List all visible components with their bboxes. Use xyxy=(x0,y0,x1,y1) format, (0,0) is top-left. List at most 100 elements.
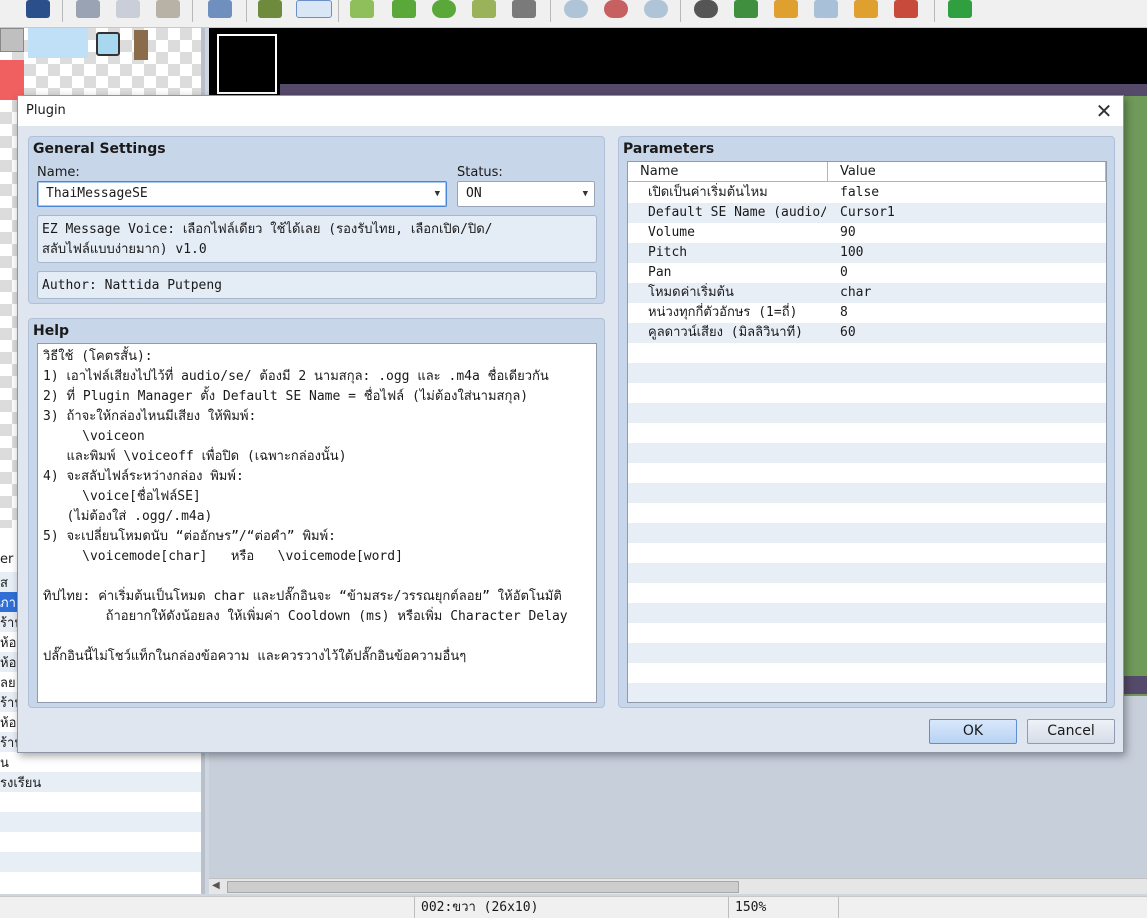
rectangle-icon[interactable] xyxy=(392,0,416,18)
parameter-row[interactable] xyxy=(628,383,1106,403)
parameter-row[interactable]: หน่วงทุกกี่ตัวอักษร (1=ถี่) 8 xyxy=(628,303,1106,323)
column-header-name[interactable]: Name xyxy=(628,162,828,182)
status-label: Status: xyxy=(457,165,503,180)
main-toolbar xyxy=(0,0,1147,28)
toolbar-separator xyxy=(62,0,63,22)
ok-button[interactable]: OK xyxy=(929,719,1017,744)
status-value: ON xyxy=(466,186,482,201)
parameter-row[interactable]: Pitch 100 xyxy=(628,243,1106,263)
map-list-item[interactable]: น xyxy=(0,752,201,772)
map-horizontal-scrollbar[interactable]: ◀ xyxy=(209,878,1147,894)
general-settings-group: General Settings Name: Status: ThaiMessa… xyxy=(28,136,605,304)
database-icon[interactable] xyxy=(694,0,718,18)
map-list-item[interactable]: รงเรียน xyxy=(0,772,201,792)
map-list-item[interactable] xyxy=(0,852,201,872)
map-layer-icon[interactable] xyxy=(258,0,282,18)
parameter-row[interactable] xyxy=(628,343,1106,363)
parameter-row[interactable] xyxy=(628,523,1106,543)
scrollbar-thumb[interactable] xyxy=(227,881,739,893)
tile-swatch[interactable] xyxy=(28,28,88,58)
parameter-row[interactable]: Pan 0 xyxy=(628,263,1106,283)
chevron-down-icon: ▼ xyxy=(434,189,440,199)
parameter-row[interactable] xyxy=(628,683,1106,702)
parameter-row[interactable]: โหมดค่าเริ่มต้น char xyxy=(628,283,1106,303)
toolbar-separator xyxy=(550,0,551,22)
parameter-value: 60 xyxy=(840,325,856,340)
parameter-row[interactable] xyxy=(628,483,1106,503)
parameter-name: เปิดเป็นค่าเริ่มต้นไหม xyxy=(648,185,768,200)
parameter-name: Pan xyxy=(648,265,672,280)
close-icon[interactable]: ✕ xyxy=(1091,98,1117,124)
parameter-row[interactable] xyxy=(628,623,1106,643)
event-search-icon[interactable] xyxy=(814,0,838,18)
parameter-value: 8 xyxy=(840,305,848,320)
parameter-row[interactable] xyxy=(628,543,1106,563)
parameter-row[interactable]: Default SE Name (audio/… Cursor1 xyxy=(628,203,1106,223)
parameter-row[interactable] xyxy=(628,363,1106,383)
zoom-out-icon[interactable] xyxy=(604,0,628,18)
save-icon[interactable] xyxy=(26,0,50,18)
help-title: Help xyxy=(33,323,70,339)
parameter-row[interactable] xyxy=(628,403,1106,423)
column-header-value[interactable]: Value xyxy=(828,162,1106,182)
parameter-value: 90 xyxy=(840,225,856,240)
plugin-manager-icon[interactable] xyxy=(734,0,758,18)
tile-swatch[interactable] xyxy=(96,32,120,56)
parameter-name: โหมดค่าเริ่มต้น xyxy=(648,285,734,300)
parameter-row[interactable] xyxy=(628,663,1106,683)
parameter-row[interactable] xyxy=(628,503,1106,523)
parameter-value: 100 xyxy=(840,245,864,260)
parameter-row[interactable]: คูลดาวน์เสียง (มิลลิวินาที) 60 xyxy=(628,323,1106,343)
toolbar-separator xyxy=(680,0,681,22)
undo-icon[interactable] xyxy=(208,0,232,18)
character-generator-icon[interactable] xyxy=(894,0,918,18)
ellipse-icon[interactable] xyxy=(432,0,456,18)
tile-swatch[interactable] xyxy=(0,60,24,100)
status-select[interactable]: ON ▼ xyxy=(457,181,595,207)
pencil-icon[interactable] xyxy=(350,0,374,18)
fill-icon[interactable] xyxy=(472,0,496,18)
parameter-value: Cursor1 xyxy=(840,205,895,220)
tile-swatch[interactable] xyxy=(0,28,24,52)
parameter-row[interactable] xyxy=(628,423,1106,443)
parameter-name: Volume xyxy=(648,225,695,240)
plugin-name-select[interactable]: ThaiMessageSE ▼ xyxy=(37,181,447,207)
help-text: วิธีใช้ (โคตรสั้น): 1) เอาไฟล์เสียงไปไว้… xyxy=(37,343,597,703)
playtest-icon[interactable] xyxy=(948,0,972,18)
parameter-row[interactable] xyxy=(628,643,1106,663)
name-label: Name: xyxy=(37,165,80,180)
toolbar-separator xyxy=(192,0,193,22)
parameter-row[interactable] xyxy=(628,463,1106,483)
parameter-row[interactable] xyxy=(628,563,1106,583)
map-list-item[interactable] xyxy=(0,812,201,832)
dialog-titlebar: Plugin ✕ xyxy=(18,96,1123,126)
plugin-dialog: Plugin ✕ General Settings Name: Status: … xyxy=(17,95,1124,753)
zoom-in-icon[interactable] xyxy=(564,0,588,18)
map-list-item[interactable] xyxy=(0,792,201,812)
parameters-table[interactable]: Name Value เปิดเป็นค่าเริ่มต้นไหม false De… xyxy=(627,161,1107,703)
shadow-pen-icon[interactable] xyxy=(512,0,536,18)
zoom-actual-icon[interactable] xyxy=(644,0,668,18)
parameter-row[interactable] xyxy=(628,583,1106,603)
parameter-name: คูลดาวน์เสียง (มิลลิวินาที) xyxy=(648,325,803,340)
parameter-row[interactable]: เปิดเป็นค่าเริ่มต้นไหม false xyxy=(628,183,1106,203)
status-zoom: 150% xyxy=(728,897,838,918)
dialog-title: Plugin xyxy=(26,103,66,118)
copy-icon[interactable] xyxy=(116,0,140,18)
parameter-row[interactable] xyxy=(628,443,1106,463)
cancel-button[interactable]: Cancel xyxy=(1027,719,1115,744)
status-map-info: 002:ขวา (26x10) xyxy=(414,897,728,918)
parameter-row[interactable] xyxy=(628,603,1106,623)
plugin-name-value: ThaiMessageSE xyxy=(46,186,148,201)
map-list-item[interactable] xyxy=(0,832,201,852)
resource-manager-icon[interactable] xyxy=(854,0,878,18)
parameter-row[interactable]: Volume 90 xyxy=(628,223,1106,243)
cut-icon[interactable] xyxy=(76,0,100,18)
paste-icon[interactable] xyxy=(156,0,180,18)
sound-test-icon[interactable] xyxy=(774,0,798,18)
help-group: Help วิธีใช้ (โคตรสั้น): 1) เอาไฟล์เสียง… xyxy=(28,318,605,708)
scroll-left-icon[interactable]: ◀ xyxy=(212,880,220,891)
map-list-item[interactable] xyxy=(0,872,201,892)
tile-swatch[interactable] xyxy=(134,30,148,60)
event-layer-icon[interactable] xyxy=(296,0,332,18)
